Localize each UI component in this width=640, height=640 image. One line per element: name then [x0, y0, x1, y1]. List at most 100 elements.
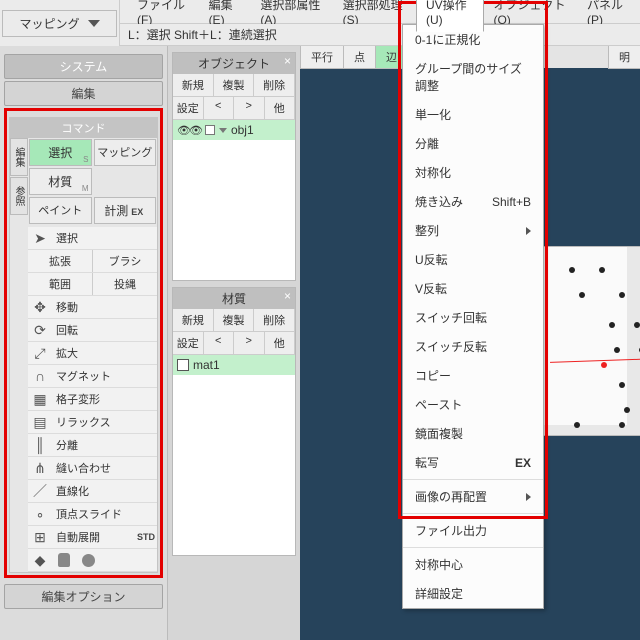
system-button[interactable]: システム: [4, 54, 163, 79]
expand-icon[interactable]: [219, 128, 227, 133]
eye-icon[interactable]: 👁👁: [177, 124, 201, 137]
submenu-arrow-icon: [526, 227, 531, 235]
obj-other[interactable]: 他: [265, 97, 296, 119]
obj-del[interactable]: 削除: [254, 74, 295, 96]
tool-scale[interactable]: 拡大: [52, 342, 157, 364]
command-highlight: コマンド 編集 参照 選択S マッピング 材質M ペイント: [4, 108, 163, 578]
command-header: コマンド: [10, 118, 157, 138]
std-badge: STD: [137, 532, 157, 542]
command-tabs-area: 編集 参照 選択S マッピング 材質M ペイント 計測 EX: [10, 138, 157, 572]
tool-split[interactable]: 分離: [52, 434, 157, 456]
tool-line[interactable]: 直線化: [52, 480, 157, 502]
mi-paste[interactable]: ペースト: [403, 390, 543, 419]
ex-badge: EX: [515, 456, 531, 470]
material-list: mat1: [173, 355, 295, 555]
mat-del[interactable]: 削除: [254, 309, 295, 331]
close-icon[interactable]: ×: [284, 289, 291, 303]
cmd-measure[interactable]: 計測 EX: [94, 197, 157, 224]
mode-vertex[interactable]: 点: [343, 46, 376, 69]
chevron-down-icon: [88, 20, 100, 27]
edit-button[interactable]: 編集: [4, 81, 163, 106]
sphere-icon[interactable]: [76, 549, 100, 571]
mi-unify[interactable]: 単一化: [403, 100, 543, 129]
mi-uflip[interactable]: U反転: [403, 245, 543, 274]
mode-dropdown[interactable]: マッピング: [2, 10, 116, 37]
vertical-tabs: 編集 参照: [10, 138, 28, 572]
split-icon: ║: [28, 434, 52, 456]
sew-icon: ⋔: [28, 457, 52, 479]
pointer-icon: ➤: [28, 227, 52, 249]
cmd-select[interactable]: 選択S: [29, 139, 92, 166]
material-panel: 材質× 新規 複製 削除 設定 < > 他 mat1: [172, 287, 296, 556]
tool-range[interactable]: 範囲: [28, 273, 93, 295]
mat-other[interactable]: 他: [265, 332, 296, 354]
object-row[interactable]: 👁👁 obj1: [173, 120, 295, 140]
tool-sew[interactable]: 縫い合わせ: [52, 457, 157, 479]
tool-auto: 自動展開: [52, 526, 137, 548]
mi-bake[interactable]: 焼き込みShift+B: [403, 187, 543, 216]
cmd-material[interactable]: 材質M: [29, 168, 92, 195]
plane-icon[interactable]: ◆: [28, 549, 52, 571]
mi-switch-flip[interactable]: スイッチ反転: [403, 332, 543, 361]
tool-vslide[interactable]: 頂点スライド: [52, 503, 157, 525]
checkbox-icon[interactable]: [205, 125, 215, 135]
tool-lattice[interactable]: 格子変形: [52, 388, 157, 410]
mi-mirror-dup[interactable]: 鏡面複製: [403, 419, 543, 448]
submenu-arrow-icon: [526, 493, 531, 501]
obj-next[interactable]: >: [234, 97, 265, 119]
tool-rotate[interactable]: 回転: [52, 319, 157, 341]
close-icon[interactable]: ×: [284, 54, 291, 68]
vslide-icon: ∘: [28, 503, 52, 525]
vtab-ref[interactable]: 参照: [10, 177, 28, 215]
obj-new[interactable]: 新規: [173, 74, 214, 96]
object-name: obj1: [231, 123, 254, 137]
obj-set[interactable]: 設定: [173, 97, 204, 119]
menu-uv[interactable]: UV操作(U): [416, 0, 485, 32]
command-section: コマンド 編集 参照 選択S マッピング 材質M ペイント: [9, 117, 158, 573]
obj-dup[interactable]: 複製: [214, 74, 255, 96]
vtab-edit[interactable]: 編集: [10, 138, 28, 176]
left-column: システム 編集 コマンド 編集 参照 選択S マッピング 材質M: [0, 46, 168, 640]
mi-group-size[interactable]: グループ間のサイズ調整: [403, 54, 543, 100]
object-panel: オブジェクト× 新規 複製 削除 設定 < > 他 👁👁 obj1: [172, 52, 296, 281]
mode-parallel[interactable]: 平行: [300, 46, 344, 69]
swatch-icon: [177, 359, 189, 371]
menu-bar: ファイル(F) 編集(E) 選択部属性(A) 選択部処理(S) UV操作(U) …: [120, 0, 640, 24]
command-body: 選択S マッピング 材質M ペイント 計測 EX ➤選択 拡張ブラシ 範: [28, 138, 157, 572]
tool-lasso[interactable]: 投縄: [93, 273, 157, 295]
magnet-icon: ∩: [28, 365, 52, 387]
mi-align[interactable]: 整列: [403, 216, 543, 245]
mode-bright[interactable]: 明: [608, 46, 640, 69]
tool-magnet[interactable]: マグネット: [52, 365, 157, 387]
tool-brush[interactable]: ブラシ: [93, 250, 157, 272]
tool-list: ➤選択 拡張ブラシ 範囲投縄 ✥移動 ⟳回転 ⤢拡大 ∩マグネット ▦格子変形 …: [28, 227, 157, 572]
cylinder-icon[interactable]: [52, 549, 76, 571]
cmd-mapping[interactable]: マッピング: [94, 139, 157, 166]
mi-file-out[interactable]: ファイル出力: [403, 516, 543, 545]
edit-options-button[interactable]: 編集オプション: [4, 584, 163, 609]
mi-advanced[interactable]: 詳細設定: [403, 579, 543, 608]
mat-next[interactable]: >: [234, 332, 265, 354]
rotate-icon: ⟳: [28, 319, 52, 341]
tool-expand[interactable]: 拡張: [28, 250, 93, 272]
relax-icon: ▤: [28, 411, 52, 433]
mi-copy[interactable]: コピー: [403, 361, 543, 390]
mi-sym-center[interactable]: 対称中心: [403, 550, 543, 579]
material-row[interactable]: mat1: [173, 355, 295, 375]
mat-dup[interactable]: 複製: [214, 309, 255, 331]
mi-separate[interactable]: 分離: [403, 129, 543, 158]
object-panel-title: オブジェクト×: [173, 53, 295, 74]
mi-symmetrize[interactable]: 対称化: [403, 158, 543, 187]
tool-relax[interactable]: リラックス: [52, 411, 157, 433]
mat-prev[interactable]: <: [204, 332, 235, 354]
shortcut-label: Shift+B: [492, 195, 531, 209]
mat-set[interactable]: 設定: [173, 332, 204, 354]
mi-rearrange[interactable]: 画像の再配置: [403, 482, 543, 511]
mat-new[interactable]: 新規: [173, 309, 214, 331]
mi-switch-rot[interactable]: スイッチ回転: [403, 303, 543, 332]
tool-move[interactable]: 移動: [52, 296, 157, 318]
tool-select[interactable]: 選択: [52, 227, 157, 249]
mi-vflip[interactable]: V反転: [403, 274, 543, 303]
obj-prev[interactable]: <: [204, 97, 235, 119]
cmd-paint[interactable]: ペイント: [29, 197, 92, 224]
